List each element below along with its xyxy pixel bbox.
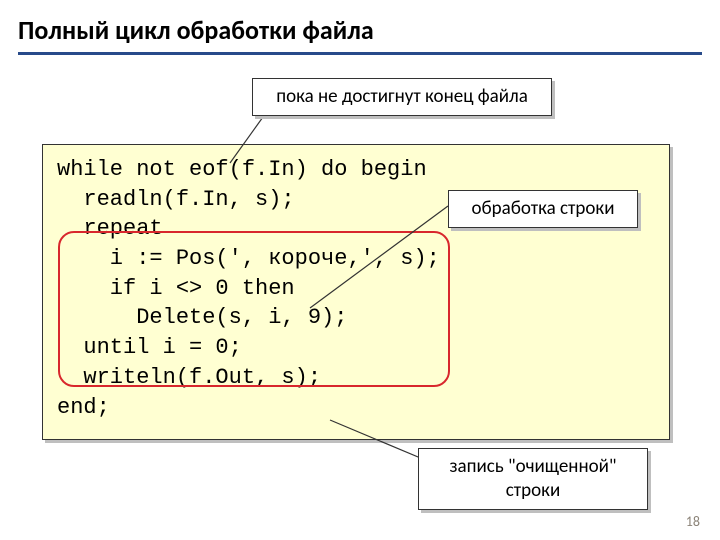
code-line: repeat [57,216,163,241]
title-underline [18,52,702,55]
code-line: i := Pos(', короче,', s); [57,246,440,271]
callout-write: запись "очищенной" строки [418,448,648,510]
slide-title: Полный цикл обработки файла [0,0,720,52]
code-line: end; [57,395,110,420]
code-line: Delete(s, i, 9); [57,305,347,330]
code-line: readln(f.In, s); [57,187,295,212]
code-line: until i = 0; [57,335,242,360]
code-line: while not eof(f.In) do begin [57,157,427,182]
code-block: while not eof(f.In) do begin readln(f.In… [42,144,670,440]
code-line: if i <> 0 then [57,276,295,301]
callout-eof: пока не достигнут конец файла [252,78,552,116]
code-line: writeln(f.Out, s); [57,365,321,390]
page-number: 18 [686,513,700,530]
callout-process: обработка строки [448,190,638,228]
